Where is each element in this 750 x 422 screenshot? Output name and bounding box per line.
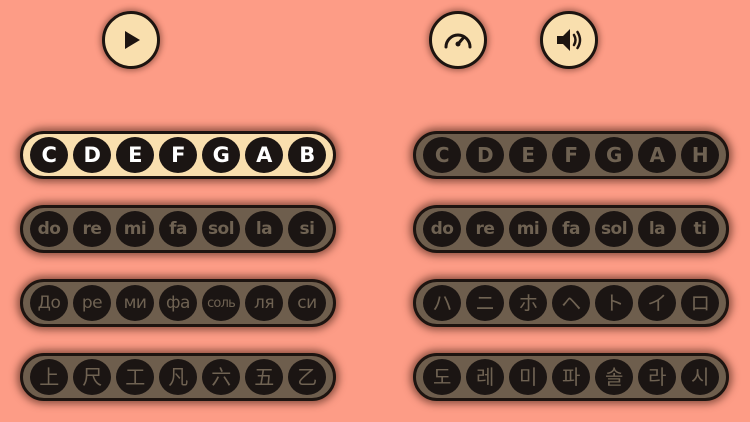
note-label: 尺	[73, 359, 111, 395]
play-icon	[125, 31, 140, 49]
note-label: fa	[159, 211, 197, 247]
note-label: ニ	[466, 285, 504, 321]
notation-letters-cdefgah[interactable]: C D E F G A H	[413, 131, 729, 179]
note-label: 凡	[159, 359, 197, 395]
note-label: До	[30, 285, 68, 321]
note-label: mi	[509, 211, 547, 247]
note-label: D	[73, 137, 111, 173]
sound-button[interactable]	[540, 11, 598, 69]
note-label: E	[116, 137, 154, 173]
note-label: F	[552, 137, 590, 173]
note-label: sol	[202, 211, 240, 247]
note-label: 乙	[288, 359, 326, 395]
note-label: D	[466, 137, 504, 173]
note-label: 六	[202, 359, 240, 395]
note-label: la	[638, 211, 676, 247]
speed-button[interactable]	[429, 11, 487, 69]
note-label: C	[30, 137, 68, 173]
note-label: re	[466, 211, 504, 247]
note-label: ホ	[509, 285, 547, 321]
play-button[interactable]	[102, 11, 160, 69]
note-label: F	[159, 137, 197, 173]
note-label: la	[245, 211, 283, 247]
note-label: sol	[595, 211, 633, 247]
note-label: фа	[159, 285, 197, 321]
note-label: fa	[552, 211, 590, 247]
note-label: si	[288, 211, 326, 247]
speaker-icon	[557, 29, 582, 51]
notation-letters-cdefgab[interactable]: C D E F G A B	[20, 131, 336, 179]
note-label: do	[30, 211, 68, 247]
note-label: C	[423, 137, 461, 173]
notation-solfege-ti[interactable]: do re mi fa sol la ti	[413, 205, 729, 253]
note-label: 미	[509, 359, 547, 395]
note-label: ля	[245, 285, 283, 321]
note-label: соль	[202, 285, 240, 321]
note-label: ре	[73, 285, 111, 321]
note-label: 工	[116, 359, 154, 395]
note-label: ハ	[423, 285, 461, 321]
note-label: do	[423, 211, 461, 247]
note-label: 上	[30, 359, 68, 395]
note-label: ti	[681, 211, 719, 247]
note-label: 도	[423, 359, 461, 395]
notation-japanese-iroha[interactable]: ハ ニ ホ ヘ ト イ ロ	[413, 279, 729, 327]
note-label: 솔	[595, 359, 633, 395]
note-label: re	[73, 211, 111, 247]
note-label: 시	[681, 359, 719, 395]
notation-korean[interactable]: 도 레 미 파 솔 라 시	[413, 353, 729, 401]
notation-russian[interactable]: До ре ми фа соль ля си	[20, 279, 336, 327]
note-label: ロ	[681, 285, 719, 321]
note-label: 레	[466, 359, 504, 395]
notation-solfege-si[interactable]: do re mi fa sol la si	[20, 205, 336, 253]
note-label: E	[509, 137, 547, 173]
note-label: 라	[638, 359, 676, 395]
note-label: си	[288, 285, 326, 321]
note-label: ト	[595, 285, 633, 321]
note-label: 파	[552, 359, 590, 395]
note-label: mi	[116, 211, 154, 247]
note-label: ми	[116, 285, 154, 321]
note-label: B	[288, 137, 326, 173]
note-label: G	[202, 137, 240, 173]
note-label: イ	[638, 285, 676, 321]
note-label: H	[681, 137, 719, 173]
notation-chinese-gongche[interactable]: 上 尺 工 凡 六 五 乙	[20, 353, 336, 401]
note-label: G	[595, 137, 633, 173]
note-label: A	[245, 137, 283, 173]
note-label: A	[638, 137, 676, 173]
note-label: 五	[245, 359, 283, 395]
note-label: ヘ	[552, 285, 590, 321]
speedometer-icon	[444, 33, 472, 49]
